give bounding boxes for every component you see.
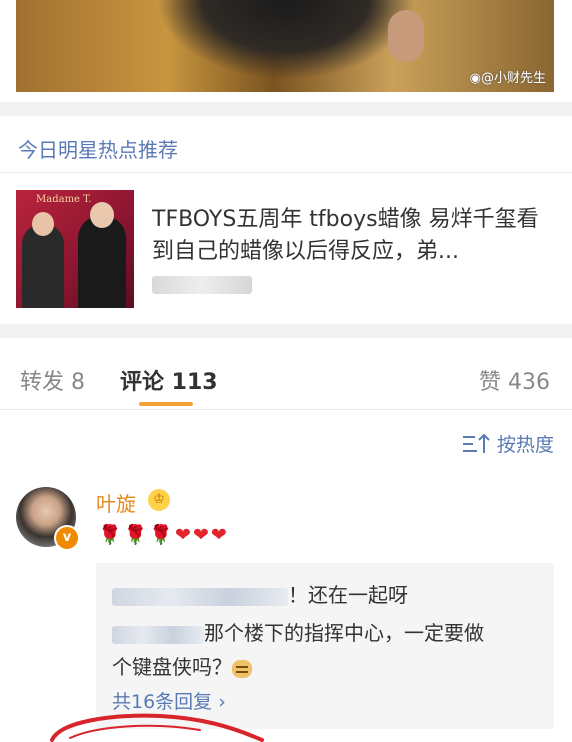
thumb-person-right xyxy=(78,216,126,308)
tab-bar: 转发 8 评论 113 赞 436 xyxy=(0,340,572,408)
divider xyxy=(0,409,572,410)
blurred-username xyxy=(112,625,204,644)
reply-item-continued: 个键盘侠吗？ xyxy=(112,651,252,680)
comment-username[interactable]: 叶旋 xyxy=(96,488,136,517)
verified-badge-icon: v xyxy=(54,525,80,551)
heart-emoji: ❤ xyxy=(192,524,211,546)
tab-likes[interactable]: 赞 436 xyxy=(479,364,550,396)
heart-emoji: ❤ xyxy=(210,524,229,546)
post-image[interactable]: ◉@小财先生 xyxy=(16,0,554,92)
tab-comments[interactable]: 评论 113 xyxy=(120,364,218,396)
thumb-face-left xyxy=(32,212,54,236)
reply-item: ！还在一起呀 xyxy=(112,579,408,608)
reply-item: 那个楼下的指挥中心，一定要做 xyxy=(112,617,484,646)
news-title[interactable]: TFBOYS五周年 tfboys蜡像 易烊千玺看到自己的蜡像以后得反应，弟... xyxy=(152,204,552,268)
doge-emoji-icon xyxy=(232,659,252,678)
heart-emoji: ❤ xyxy=(175,524,193,546)
rose-emoji: 🌹 xyxy=(149,524,176,546)
red-scribble-annotation xyxy=(50,713,264,742)
news-source-blurred xyxy=(152,276,252,294)
news-thumbnail[interactable]: Madame T. xyxy=(16,190,134,308)
section-separator xyxy=(0,102,572,116)
section-separator xyxy=(0,324,572,338)
divider xyxy=(0,172,572,173)
blurred-username xyxy=(112,587,288,606)
crown-badge-icon: ♔ xyxy=(148,489,170,511)
sort-icon xyxy=(462,433,490,453)
image-hand xyxy=(388,10,424,62)
sort-by-hot-button[interactable]: 按热度 xyxy=(461,430,554,457)
rose-emoji: 🌹 xyxy=(98,524,124,546)
active-tab-indicator xyxy=(139,402,193,406)
sort-label: 按热度 xyxy=(496,434,554,456)
tab-forward[interactable]: 转发 8 xyxy=(20,364,85,396)
hot-recommend-title[interactable]: 今日明星热点推荐 xyxy=(18,134,178,163)
comment-text: 🌹🌹🌹❤❤❤ xyxy=(98,523,229,546)
thumb-person-left xyxy=(22,224,64,308)
thumb-sign: Madame T. xyxy=(36,194,92,205)
image-watermark: ◉@小财先生 xyxy=(469,71,546,86)
weibo-icon: ◉ xyxy=(469,71,481,86)
thumb-face-right xyxy=(90,202,114,228)
image-figure xyxy=(156,0,416,80)
rose-emoji: 🌹 xyxy=(123,524,150,546)
